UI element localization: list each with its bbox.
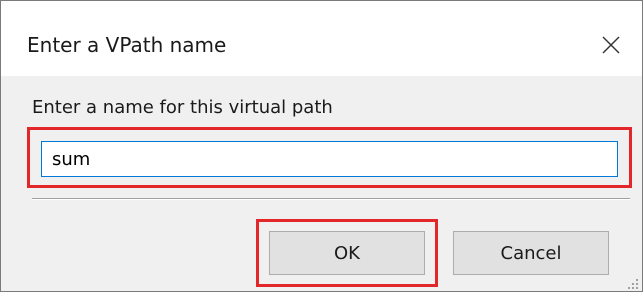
prompt-label: Enter a name for this virtual path [32,97,333,118]
ok-button[interactable]: OK [269,231,425,275]
resize-grip[interactable] [625,275,639,289]
vpath-name-input[interactable] [41,141,618,177]
resize-grip-icon [628,279,638,289]
title-bar: Enter a VPath name [1,1,642,76]
vpath-dialog: Enter a VPath name Enter a name for this… [0,0,643,292]
dialog-title: Enter a VPath name [27,33,227,57]
dialog-body: Enter a name for this virtual path OK Ca… [1,76,642,291]
close-button[interactable] [595,29,627,61]
close-icon [602,36,620,54]
cancel-button[interactable]: Cancel [453,231,609,275]
separator [32,198,630,200]
